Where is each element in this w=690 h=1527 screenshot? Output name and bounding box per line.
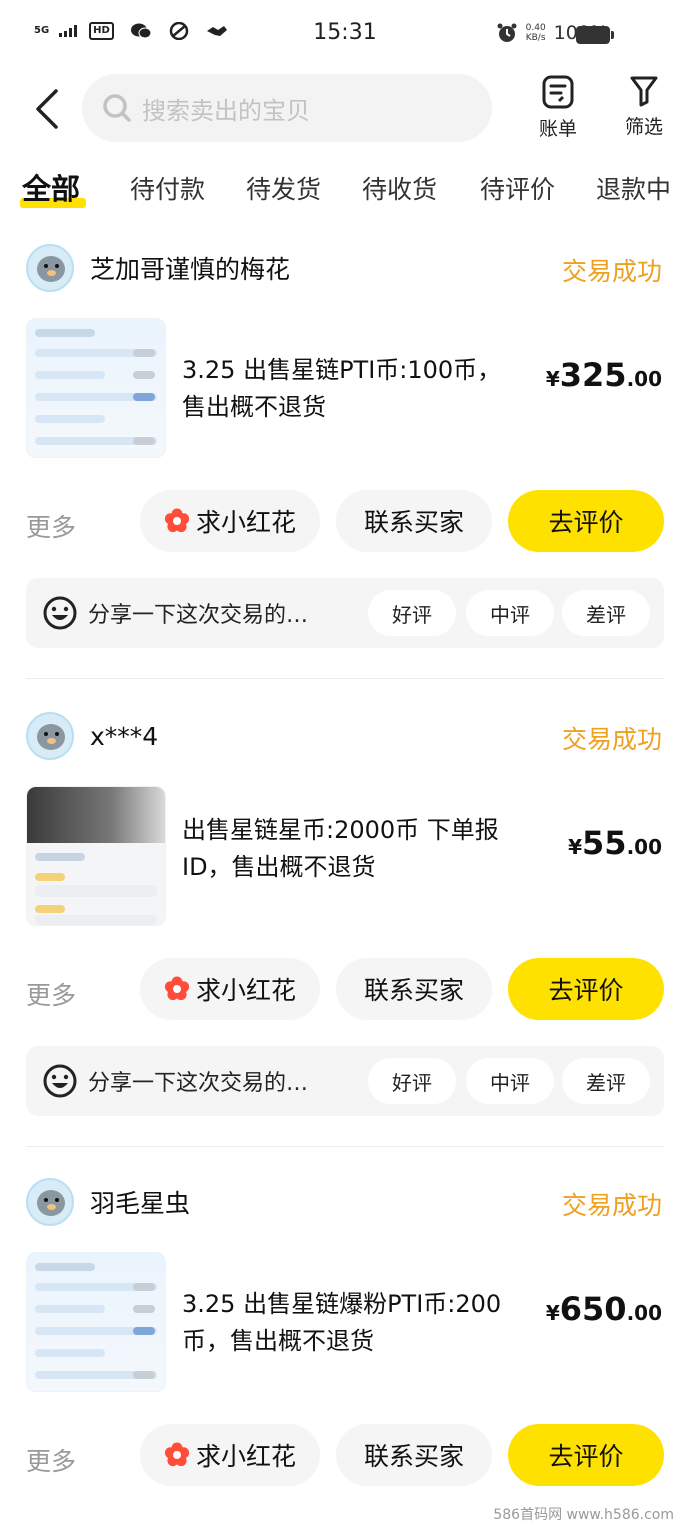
price-currency: ¥	[545, 367, 560, 391]
battery-icon	[576, 26, 614, 44]
search-icon	[103, 94, 131, 122]
alarm-icon	[497, 23, 517, 42]
chevron-left-icon	[36, 89, 58, 129]
avatar	[26, 1178, 74, 1226]
net-speed-value: 0.40	[525, 23, 546, 33]
status-bar: 5G HD 15:31 0.40 KB/s 100%	[0, 0, 690, 70]
price-integer: 325	[559, 356, 627, 394]
tab-pending-receipt[interactable]: 待收货	[362, 170, 437, 206]
avatar	[26, 712, 74, 760]
contact-buyer-button[interactable]: 联系买家	[336, 490, 492, 552]
tab-all[interactable]: 全部	[22, 166, 80, 208]
price-decimal: .00	[626, 367, 662, 391]
product-image[interactable]	[26, 786, 166, 926]
price: ¥325.00	[546, 356, 662, 394]
review-hint[interactable]: 分享一下这次交易的…	[88, 597, 308, 629]
ask-flower-button[interactable]: 求小红花	[140, 490, 320, 552]
contact-buyer-button[interactable]: 联系买家	[336, 958, 492, 1020]
price: ¥650.00	[546, 1290, 662, 1328]
seller-row[interactable]: x***4	[26, 712, 158, 760]
tab-refunding[interactable]: 退款中	[596, 170, 671, 206]
more-link[interactable]: 更多	[26, 508, 76, 544]
seller-name: x***4	[90, 721, 159, 751]
price: ¥55.00	[568, 824, 662, 862]
quick-review-bar: 分享一下这次交易的… 好评 中评 差评	[26, 1046, 664, 1116]
tab-pending-shipment[interactable]: 待发货	[246, 170, 321, 206]
tab-pending-payment[interactable]: 待付款	[130, 170, 205, 206]
go-review-button[interactable]: 去评价	[508, 1424, 664, 1486]
filter-icon	[630, 76, 658, 107]
smile-icon	[43, 1064, 77, 1098]
price-currency: ¥	[545, 1301, 560, 1325]
ask-flower-label: 求小红花	[195, 976, 296, 1005]
order-tabs: 全部 待付款 待发货 待收货 待评价 退款中	[0, 166, 690, 216]
price-currency: ¥	[568, 835, 583, 859]
smile-icon	[43, 596, 77, 630]
order-card: 芝加哥谨慎的梅花 交易成功 3.25 出售星链PTI币:100币，售出概不退货 …	[0, 244, 690, 680]
price-decimal: .00	[626, 1301, 662, 1325]
more-link[interactable]: 更多	[26, 976, 76, 1012]
ask-flower-label: 求小红花	[195, 1442, 296, 1471]
neutral-review-button[interactable]: 中评	[466, 1058, 554, 1104]
ask-flower-label: 求小红花	[195, 508, 296, 537]
avatar	[26, 244, 74, 292]
divider	[26, 678, 664, 679]
good-review-button[interactable]: 好评	[368, 590, 456, 636]
bad-review-button[interactable]: 差评	[562, 590, 650, 636]
contact-buyer-button[interactable]: 联系买家	[336, 1424, 492, 1486]
order-status: 交易成功	[561, 257, 662, 286]
neutral-review-button[interactable]: 中评	[466, 590, 554, 636]
seller-name: 芝加哥谨慎的梅花	[90, 255, 291, 284]
bad-review-button[interactable]: 差评	[562, 1058, 650, 1104]
product-title[interactable]: 3.25 出售星链爆粉PTI币:200币，售出概不退货	[182, 1286, 522, 1360]
price-decimal: .00	[626, 835, 662, 859]
watermark: 586首码网 www.h586.com	[493, 1507, 674, 1523]
bill-icon	[542, 75, 574, 109]
bill-button[interactable]: 账单	[526, 74, 590, 141]
red-flower-icon	[164, 1442, 190, 1467]
product-title[interactable]: 3.25 出售星链PTI币:100币，售出概不退货	[182, 352, 522, 426]
back-button[interactable]	[24, 84, 68, 134]
net-speed: 0.40 KB/s	[526, 23, 546, 43]
order-card: 羽毛星虫 交易成功 3.25 出售星链爆粉PTI币:200币，售出概不退货 ¥6…	[0, 1178, 690, 1527]
order-status: 交易成功	[561, 725, 662, 754]
order-card: x***4 交易成功 出售星链星币:2000币 下单报ID，售出概不退货 ¥55…	[0, 712, 690, 1148]
ask-flower-button[interactable]: 求小红花	[140, 1424, 320, 1486]
quick-review-bar: 分享一下这次交易的… 好评 中评 差评	[26, 578, 664, 648]
filter-button[interactable]: 筛选	[612, 74, 676, 139]
bill-label: 账单	[538, 118, 577, 140]
good-review-button[interactable]: 好评	[368, 1058, 456, 1104]
red-flower-icon	[164, 508, 190, 533]
search-placeholder: 搜索卖出的宝贝	[142, 96, 310, 125]
order-status: 交易成功	[561, 1191, 662, 1220]
ask-flower-button[interactable]: 求小红花	[140, 958, 320, 1020]
product-title[interactable]: 出售星链星币:2000币 下单报ID，售出概不退货	[182, 812, 522, 886]
seller-row[interactable]: 芝加哥谨慎的梅花	[26, 244, 290, 292]
go-review-button[interactable]: 去评价	[508, 490, 664, 552]
price-integer: 650	[559, 1290, 627, 1328]
divider	[26, 1146, 664, 1147]
product-image[interactable]	[26, 1252, 166, 1392]
red-flower-icon	[164, 976, 190, 1001]
filter-label: 筛选	[624, 116, 663, 138]
product-image[interactable]	[26, 318, 166, 458]
seller-row[interactable]: 羽毛星虫	[26, 1178, 190, 1226]
tab-pending-review[interactable]: 待评价	[480, 170, 555, 206]
review-hint[interactable]: 分享一下这次交易的…	[88, 1065, 308, 1097]
search-input[interactable]: 搜索卖出的宝贝	[82, 74, 492, 142]
more-link[interactable]: 更多	[26, 1442, 76, 1478]
go-review-button[interactable]: 去评价	[508, 958, 664, 1020]
price-integer: 55	[582, 824, 627, 862]
net-speed-unit: KB/s	[525, 33, 546, 43]
seller-name: 羽毛星虫	[90, 1189, 191, 1218]
